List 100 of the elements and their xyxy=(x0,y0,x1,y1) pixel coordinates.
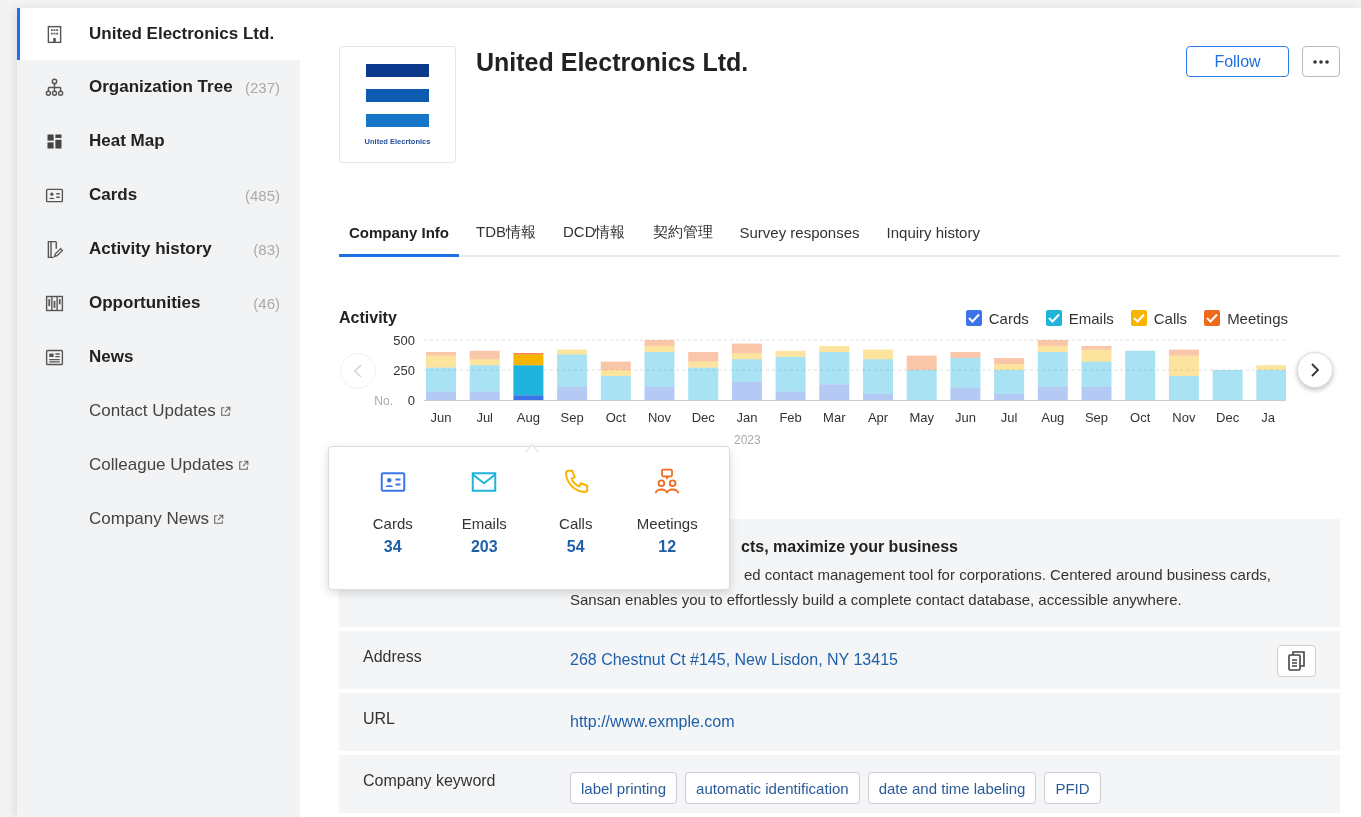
field-link[interactable]: http://www.exmple.com xyxy=(570,693,735,731)
tab[interactable]: TDB情報 xyxy=(466,210,546,257)
chart-bar[interactable] xyxy=(819,346,850,352)
legend-checkbox[interactable]: Calls xyxy=(1130,309,1188,327)
chart-bar[interactable] xyxy=(644,386,675,400)
chart-bar[interactable] xyxy=(469,391,500,400)
chart-bar[interactable] xyxy=(426,391,456,400)
tab[interactable]: Survey responses xyxy=(729,210,870,257)
chart-bar[interactable] xyxy=(469,350,500,360)
chart-bar[interactable] xyxy=(1081,386,1112,400)
checkbox[interactable] xyxy=(965,310,982,326)
copy-icon xyxy=(1287,651,1306,671)
chart-bar[interactable] xyxy=(557,354,588,387)
legend-checkbox[interactable]: Cards xyxy=(965,309,1029,327)
field-link[interactable]: 268 Chestnut Ct #145, New Lisdon, NY 13415 xyxy=(570,631,898,669)
chart-bar[interactable] xyxy=(1125,350,1156,400)
chart-bar[interactable] xyxy=(1037,346,1068,352)
copy-button[interactable] xyxy=(1277,645,1316,677)
field-label: Company keyword xyxy=(363,771,497,790)
chart-bar[interactable] xyxy=(1212,370,1243,400)
item-count: (46) xyxy=(253,294,280,312)
keyword-tag[interactable]: date and time labeling xyxy=(867,772,1037,804)
more-button[interactable] xyxy=(1302,46,1340,77)
item-count: (237) xyxy=(244,78,280,96)
chart-bar[interactable] xyxy=(994,370,1025,394)
year-label: 2023 xyxy=(734,433,761,447)
chart-bar[interactable] xyxy=(469,359,500,366)
chart-bar[interactable] xyxy=(513,395,544,400)
chart-bar[interactable] xyxy=(906,370,937,400)
stat-value: 203 xyxy=(470,538,498,556)
chart-bar[interactable] xyxy=(688,361,719,368)
next-button[interactable] xyxy=(1297,352,1333,388)
checkbox[interactable] xyxy=(1204,310,1221,326)
chart-bar[interactable] xyxy=(775,350,806,357)
description-text: ed contact management tool for corporations. Centered around business cards, xyxy=(744,565,1271,585)
chart-bar[interactable] xyxy=(1168,349,1199,356)
chevron-left-icon xyxy=(354,364,362,378)
chart-bar[interactable] xyxy=(600,361,631,370)
field-label: Address xyxy=(363,647,423,666)
chart-bar[interactable] xyxy=(644,340,675,346)
axis-tick-label: Ja xyxy=(1261,410,1276,425)
keyword-tag[interactable]: PFID xyxy=(1044,772,1101,804)
chart-bar[interactable] xyxy=(950,358,981,388)
chart-bar[interactable] xyxy=(688,352,719,362)
axis-tick-label: Aug xyxy=(516,410,540,425)
axis-label: No. xyxy=(374,394,393,408)
chart-bar[interactable] xyxy=(731,353,762,360)
chart-bar[interactable] xyxy=(819,352,850,385)
chart-bar[interactable] xyxy=(1081,349,1112,362)
chart-bar[interactable] xyxy=(600,370,631,376)
chart-bar[interactable] xyxy=(863,349,893,360)
chart-bar[interactable] xyxy=(950,388,981,400)
chart-bar[interactable] xyxy=(731,343,762,354)
keyword-tag[interactable]: label printing xyxy=(570,772,678,804)
chart-bar[interactable] xyxy=(557,386,588,400)
chart-bar[interactable] xyxy=(731,382,762,400)
keyword-tag[interactable]: automatic identification xyxy=(685,772,860,804)
chart-bar[interactable] xyxy=(994,364,1025,370)
chart-bar[interactable] xyxy=(819,384,850,400)
tab[interactable]: Inquiry history xyxy=(876,210,990,257)
chart-bar[interactable] xyxy=(863,359,893,394)
chart-bar[interactable] xyxy=(688,367,719,400)
chart-bar[interactable] xyxy=(1081,361,1112,387)
chart-bar[interactable] xyxy=(1037,352,1068,387)
chart-bar[interactable] xyxy=(426,367,456,392)
chart-bar[interactable] xyxy=(950,352,981,358)
legend-checkbox[interactable]: Emails xyxy=(1045,309,1114,327)
stat-value: 12 xyxy=(658,538,677,556)
chart-bar[interactable] xyxy=(513,354,544,366)
chart-bar[interactable] xyxy=(644,352,675,387)
chart-bar[interactable] xyxy=(644,346,675,352)
chart-bar[interactable] xyxy=(426,355,456,368)
item-count: (83) xyxy=(253,240,280,258)
chart-bar[interactable] xyxy=(1168,355,1199,376)
checkbox[interactable] xyxy=(1130,310,1147,326)
chart-bar[interactable] xyxy=(557,349,588,355)
axis-tick-label: Dec xyxy=(691,410,715,425)
follow-button[interactable]: Follow xyxy=(1186,46,1289,77)
chart-bar[interactable] xyxy=(994,358,1025,364)
tab[interactable]: Company Info xyxy=(339,210,459,257)
chart-bar[interactable] xyxy=(775,391,806,400)
chart-bar[interactable] xyxy=(1168,376,1199,400)
chart-bar[interactable] xyxy=(469,365,500,392)
legend-checkbox[interactable]: Meetings xyxy=(1204,309,1288,327)
sidebar-item[interactable]: United Electronics Ltd. xyxy=(17,8,300,60)
chart-bar[interactable] xyxy=(994,394,1025,400)
tab[interactable]: DCD情報 xyxy=(553,210,636,257)
chart-bar[interactable] xyxy=(731,359,762,382)
chart-bar[interactable] xyxy=(1081,346,1112,350)
chart-bar[interactable] xyxy=(1256,370,1286,400)
chart-bar[interactable] xyxy=(1037,340,1068,346)
tab[interactable]: 契約管理 xyxy=(642,210,723,257)
chart-bar[interactable] xyxy=(426,352,456,356)
chart-bar[interactable] xyxy=(513,365,544,396)
checkbox[interactable] xyxy=(1045,310,1062,326)
chart-bar[interactable] xyxy=(906,355,937,370)
item-count: (485) xyxy=(244,186,280,204)
chart-bar[interactable] xyxy=(600,376,631,400)
chart-bar[interactable] xyxy=(1037,386,1068,400)
chart-bar[interactable] xyxy=(775,356,806,392)
